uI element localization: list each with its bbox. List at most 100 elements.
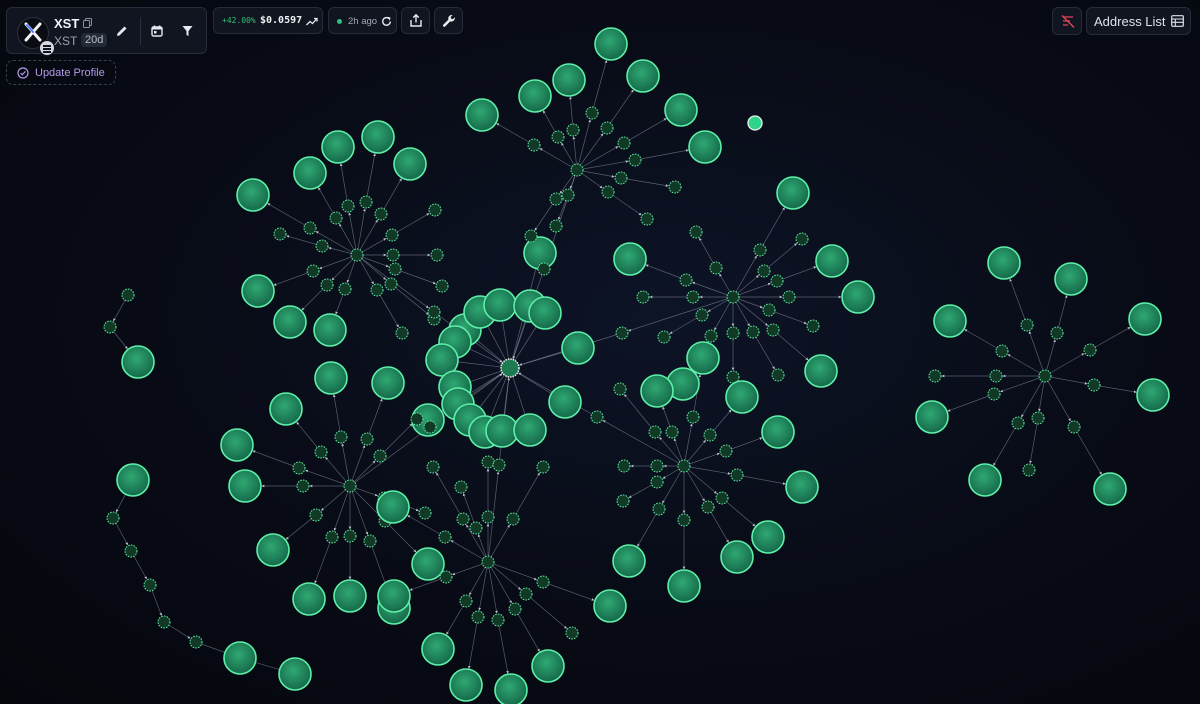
intermediate-address-node[interactable] [373, 449, 387, 463]
intermediate-address-node[interactable] [334, 430, 348, 444]
intermediate-address-node[interactable] [709, 261, 723, 275]
intermediate-address-node[interactable] [757, 264, 771, 278]
intermediate-address-node[interactable] [314, 445, 328, 459]
intermediate-address-node[interactable] [359, 195, 373, 209]
intermediate-address-node[interactable] [1020, 318, 1034, 332]
intermediate-address-node[interactable] [989, 369, 1003, 383]
holder-bubble[interactable] [1093, 472, 1127, 506]
intermediate-address-node[interactable] [928, 369, 942, 383]
intermediate-address-node[interactable] [686, 410, 700, 424]
holder-bubble[interactable] [841, 280, 875, 314]
intermediate-address-node[interactable] [537, 262, 551, 276]
intermediate-address-node[interactable] [418, 506, 432, 520]
intermediate-address-node[interactable] [292, 461, 306, 475]
intermediate-address-node[interactable] [771, 368, 785, 382]
intermediate-address-node[interactable] [121, 288, 135, 302]
intermediate-address-node[interactable] [766, 323, 780, 337]
intermediate-address-node[interactable] [701, 500, 715, 514]
holder-bubble[interactable] [804, 354, 838, 388]
intermediate-address-node[interactable] [410, 412, 424, 426]
highlighted-address-node[interactable] [747, 115, 763, 131]
intermediate-address-node[interactable] [524, 229, 538, 243]
holder-bubble[interactable] [593, 589, 627, 623]
intermediate-address-node[interactable] [715, 491, 729, 505]
intermediate-address-node[interactable] [640, 212, 654, 226]
copy-icon[interactable] [83, 18, 92, 28]
holder-bubble[interactable] [688, 130, 722, 164]
intermediate-address-node[interactable] [1022, 463, 1036, 477]
intermediate-address-node[interactable] [613, 382, 627, 396]
intermediate-address-node[interactable] [374, 207, 388, 221]
intermediate-address-node[interactable] [695, 308, 709, 322]
intermediate-address-node[interactable] [506, 512, 520, 526]
intermediate-address-node[interactable] [469, 521, 483, 535]
intermediate-address-node[interactable] [795, 232, 809, 246]
intermediate-address-node[interactable] [481, 455, 495, 469]
holder-bubble[interactable] [613, 242, 647, 276]
intermediate-address-node[interactable] [679, 273, 693, 287]
update-profile-button[interactable]: Update Profile [6, 60, 116, 85]
holder-bubble[interactable] [725, 380, 759, 414]
holder-bubble[interactable] [667, 569, 701, 603]
holder-bubble[interactable] [269, 392, 303, 426]
intermediate-address-node[interactable] [726, 290, 740, 304]
intermediate-address-node[interactable] [1011, 416, 1025, 430]
intermediate-address-node[interactable] [549, 192, 563, 206]
intermediate-address-node[interactable] [570, 163, 584, 177]
holder-bubble[interactable] [361, 120, 395, 154]
intermediate-address-node[interactable] [189, 635, 203, 649]
intermediate-address-node[interactable] [686, 290, 700, 304]
tools-button[interactable] [434, 7, 463, 34]
intermediate-address-node[interactable] [719, 444, 733, 458]
intermediate-address-node[interactable] [753, 243, 767, 257]
holder-bubble[interactable] [449, 668, 483, 702]
intermediate-address-node[interactable] [343, 479, 357, 493]
intermediate-address-node[interactable] [1031, 411, 1045, 425]
intermediate-address-node[interactable] [143, 578, 157, 592]
intermediate-address-node[interactable] [439, 570, 453, 584]
intermediate-address-node[interactable] [536, 460, 550, 474]
intermediate-address-node[interactable] [782, 290, 796, 304]
intermediate-address-node[interactable] [325, 530, 339, 544]
intermediate-address-node[interactable] [770, 274, 784, 288]
holder-bubble[interactable] [333, 579, 367, 613]
share-button[interactable] [401, 7, 430, 34]
holder-bubble[interactable] [626, 59, 660, 93]
holder-bubble[interactable] [528, 296, 562, 330]
intermediate-address-node[interactable] [320, 278, 334, 292]
intermediate-address-node[interactable] [426, 460, 440, 474]
holder-bubble[interactable] [121, 345, 155, 379]
holder-bubble[interactable] [393, 147, 427, 181]
holder-bubble[interactable] [293, 156, 327, 190]
intermediate-address-node[interactable] [341, 199, 355, 213]
token-contract-node[interactable] [500, 358, 520, 378]
intermediate-address-node[interactable] [585, 106, 599, 120]
intermediate-address-node[interactable] [648, 425, 662, 439]
holder-bubble[interactable] [314, 361, 348, 395]
holder-bubble[interactable] [1128, 302, 1162, 336]
holder-bubble[interactable] [751, 520, 785, 554]
intermediate-address-node[interactable] [438, 530, 452, 544]
price-widget[interactable]: +42.00% $0.0597 [213, 7, 323, 34]
intermediate-address-node[interactable] [704, 329, 718, 343]
intermediate-address-node[interactable] [519, 587, 533, 601]
holder-bubble[interactable] [223, 641, 257, 675]
intermediate-address-node[interactable] [395, 326, 409, 340]
intermediate-address-node[interactable] [1038, 369, 1052, 383]
holder-bubble[interactable] [321, 130, 355, 164]
intermediate-address-node[interactable] [566, 123, 580, 137]
holder-bubble[interactable] [116, 463, 150, 497]
intermediate-address-node[interactable] [762, 303, 776, 317]
holder-bubble[interactable] [228, 469, 262, 503]
intermediate-address-node[interactable] [1050, 326, 1064, 340]
intermediate-address-node[interactable] [491, 613, 505, 627]
intermediate-address-node[interactable] [561, 188, 575, 202]
holder-bubble[interactable] [915, 400, 949, 434]
intermediate-address-node[interactable] [1067, 420, 1081, 434]
intermediate-address-node[interactable] [1087, 378, 1101, 392]
intermediate-address-node[interactable] [428, 203, 442, 217]
intermediate-address-node[interactable] [806, 319, 820, 333]
intermediate-address-node[interactable] [668, 180, 682, 194]
intermediate-address-node[interactable] [430, 248, 444, 262]
intermediate-address-node[interactable] [549, 219, 563, 233]
